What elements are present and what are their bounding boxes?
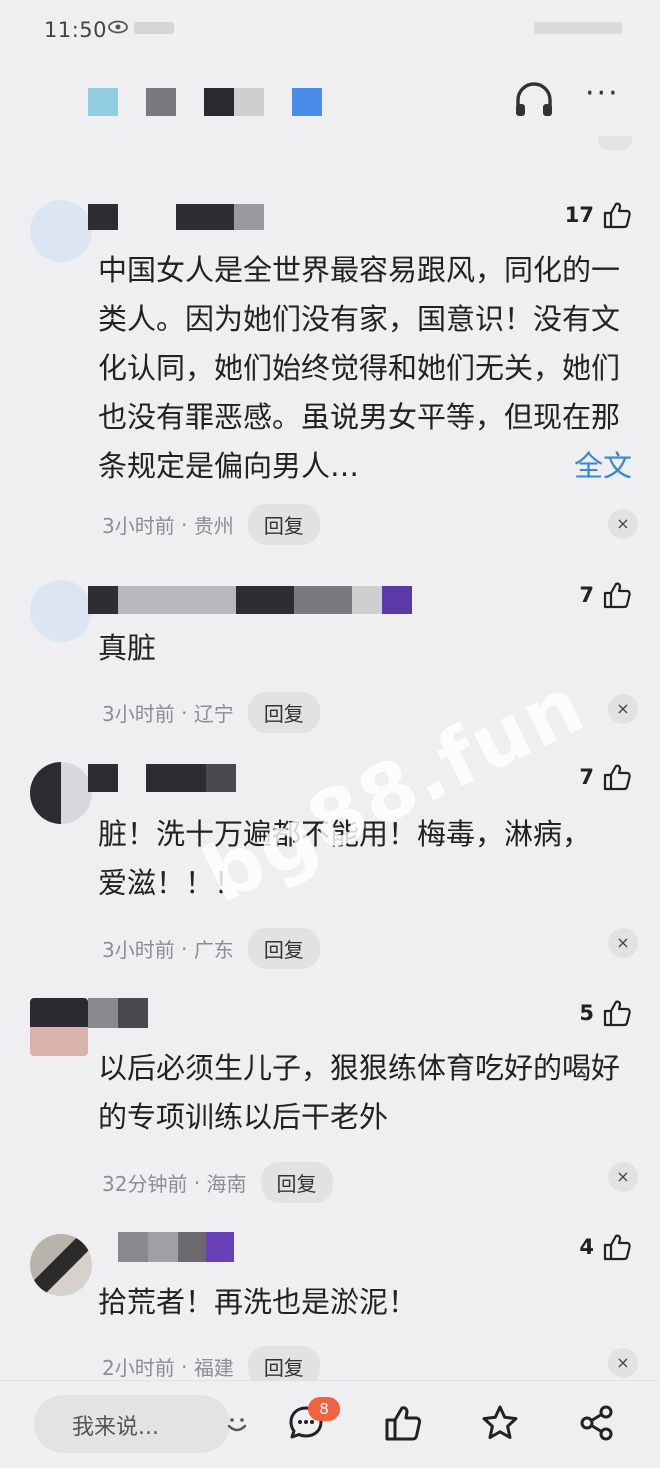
like-count: 5 [579,1001,594,1025]
comment-input-placeholder: 我来说... [72,1415,159,1440]
comment-time: 2小时前 [102,1356,175,1380]
emoji-icon[interactable] [222,1409,252,1439]
thumbs-up-icon [603,582,631,609]
censored-username [294,586,352,614]
full-text-link[interactable]: 全文 [567,442,632,491]
comment-text: 中国女人是全世界最容易跟风，同化的一类人。因为她们没有家，国意识！没有文化认同，… [98,246,638,491]
censored-username [118,998,148,1028]
reply-button[interactable]: 回复 [247,504,320,545]
like-count: 17 [564,203,594,227]
like-button[interactable]: 5 [579,998,632,1028]
comment-location: 广东 [193,938,234,962]
censored-username [206,764,236,792]
like-button[interactable]: 7 [579,580,632,610]
like-button[interactable]: 7 [579,762,632,792]
comment-count-badge: 8 [308,1397,340,1421]
comment-time: 3小时前 [102,938,175,962]
censored-block [204,88,234,116]
censored-username [234,204,264,230]
censored-username [146,764,206,792]
comment-meta: 3小时前 · 辽宁 回复 [102,692,320,733]
comment-location: 贵州 [193,514,234,538]
censored-block [234,88,264,116]
star-icon[interactable] [480,1403,520,1443]
censored-block [88,88,118,116]
close-icon[interactable]: × [608,1162,638,1192]
comment-location: 辽宁 [193,702,234,726]
like-button[interactable]: 4 [579,1232,632,1262]
more-options-icon[interactable]: ··· [585,79,620,109]
reply-button[interactable]: 回复 [260,1162,333,1203]
comment-meta: 3小时前 · 贵州 回复 [102,504,320,545]
comment-input[interactable]: 我来说... [34,1395,247,1453]
censored-username [206,1232,234,1262]
status-blurred-icons [134,22,174,34]
status-bar: 11:50 [0,0,660,60]
comment-time: 3小时前 [102,702,175,726]
censored-block [292,88,322,116]
comment-item: 4 拾荒者！再洗也是淤泥！ 2小时前 · 福建 回复 × [0,1230,660,1387]
censored-block [146,88,176,116]
meta-separator: · [181,1354,188,1379]
avatar[interactable] [30,200,92,262]
status-time: 11:50 [44,18,108,42]
censored-username [118,1232,148,1262]
meta-separator: · [181,512,188,537]
comment-time: 3小时前 [102,514,175,538]
status-blurred-battery [534,22,622,34]
avatar[interactable] [30,1234,92,1296]
meta-separator: · [181,936,188,961]
comment-item: 5 以后必须生儿子，狠狠练体育吃好的喝好的专项训练以后干老外 32分钟前 · 海… [0,996,660,1206]
comment-text: 以后必须生儿子，狠狠练体育吃好的喝好的专项训练以后干老外 [98,1051,621,1134]
like-count: 4 [579,1235,594,1259]
close-icon[interactable]: × [608,694,638,724]
headset-icon[interactable] [512,80,556,122]
comment-text: 拾荒者！再洗也是淤泥！ [98,1285,418,1319]
censored-username [88,204,118,230]
avatar[interactable] [30,998,88,1056]
censored-username [88,586,118,614]
avatar[interactable] [30,762,92,824]
like-count: 7 [579,765,594,789]
like-count: 7 [579,583,594,607]
meta-separator: · [181,700,188,725]
eye-icon [108,20,128,34]
like-button[interactable]: 17 [565,200,632,230]
censored-username [236,586,294,614]
censored-username [88,764,118,792]
comment-time: 32分钟前 [102,1172,188,1196]
censored-username [382,586,412,614]
censored-username [88,998,118,1028]
comment-body: 中国女人是全世界最容易跟风，同化的一类人。因为她们没有家，国意识！没有文化认同，… [98,253,621,483]
close-icon[interactable]: × [608,1348,638,1378]
partial-element [598,136,632,150]
censored-username [176,204,234,230]
thumbs-up-icon [603,1234,631,1261]
thumbs-up-icon [603,1000,631,1027]
censored-username [118,586,236,614]
comment-location: 海南 [206,1172,247,1196]
bottom-bar: 我来说... [0,1380,660,1468]
comment-item: 17 中国女人是全世界最容易跟风，同化的一类人。因为她们没有家，国意识！没有文化… [0,196,660,556]
close-icon[interactable]: × [608,928,638,958]
censored-username [178,1232,206,1262]
comment-location: 福建 [193,1356,234,1380]
thumbs-up-icon [603,764,631,791]
comment-meta: 32分钟前 · 海南 回复 [102,1162,333,1203]
meta-separator: · [193,1170,201,1195]
reply-button[interactable]: 回复 [247,928,320,969]
share-icon[interactable] [577,1403,617,1443]
close-icon[interactable]: × [608,509,638,539]
avatar[interactable] [30,580,92,642]
reply-button[interactable]: 回复 [247,692,320,733]
comment-meta: 3小时前 · 广东 回复 [102,928,320,969]
censored-username [148,1232,178,1262]
thumbs-up-icon[interactable] [383,1403,423,1443]
thumbs-up-icon [603,202,631,229]
censored-username [352,586,382,614]
